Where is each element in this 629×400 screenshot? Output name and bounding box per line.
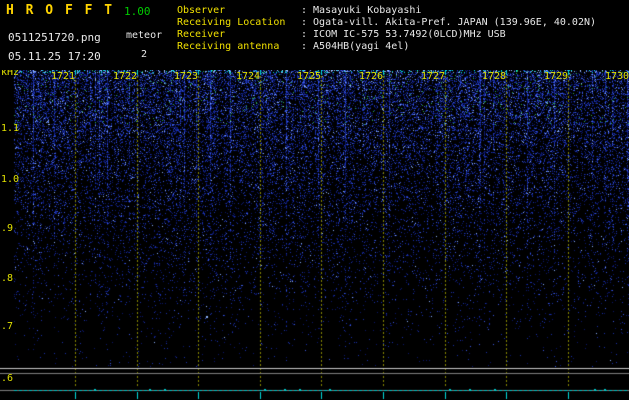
- info-row-antenna: Receiving antenna : A504HB(yagi 4el): [177, 41, 596, 53]
- time-label: 1730: [602, 71, 629, 82]
- info-label: Receiving Location: [177, 17, 301, 29]
- info-value: : ICOM IC-575 53.7492(0LCD)MHz USB: [301, 29, 506, 41]
- info-row-receiver: Receiver : ICOM IC-575 53.7492(0LCD)MHz …: [177, 29, 596, 41]
- info-value: : A504HB(yagi 4el): [301, 41, 409, 53]
- info-value: : Ogata-vill. Akita-Pref. JAPAN (139.96E…: [301, 17, 596, 29]
- freq-label: .8: [1, 273, 13, 284]
- observation-mode: meteor: [126, 30, 162, 41]
- freq-label: .7: [1, 321, 13, 332]
- time-label: 1726: [356, 71, 386, 82]
- info-row-location: Receiving Location : Ogata-vill. Akita-P…: [177, 17, 596, 29]
- info-row-observer: Observer : Masayuki Kobayashi: [177, 5, 596, 17]
- app-version: 1.00: [124, 5, 151, 18]
- spectrogram-canvas: [0, 70, 629, 400]
- freq-label: 1.1: [1, 123, 19, 134]
- time-label: 1725: [294, 71, 324, 82]
- time-label: 1727: [418, 71, 448, 82]
- freq-label: .9: [1, 223, 13, 234]
- info-label: Receiving antenna: [177, 41, 301, 53]
- station-info: Observer : Masayuki Kobayashi Receiving …: [177, 5, 596, 53]
- freq-label: 1.0: [1, 174, 19, 185]
- time-label: 1721: [48, 71, 78, 82]
- info-value: : Masayuki Kobayashi: [301, 5, 421, 17]
- echo-count: 2: [141, 49, 147, 60]
- output-filename: 0511251720.png: [8, 31, 101, 44]
- info-label: Observer: [177, 5, 301, 17]
- freq-label: .6: [1, 373, 13, 384]
- app-title: H R O F F T: [6, 3, 114, 18]
- date-time: 05.11.25 17:20: [8, 50, 101, 63]
- header-bar: H R O F F T 1.00 0511251720.png meteor 0…: [0, 0, 629, 70]
- time-label: 1724: [233, 71, 263, 82]
- time-label: 1729: [541, 71, 571, 82]
- time-label: 1728: [479, 71, 509, 82]
- info-label: Receiver: [177, 29, 301, 41]
- time-label: 1723: [171, 71, 201, 82]
- time-label: 1722: [110, 71, 140, 82]
